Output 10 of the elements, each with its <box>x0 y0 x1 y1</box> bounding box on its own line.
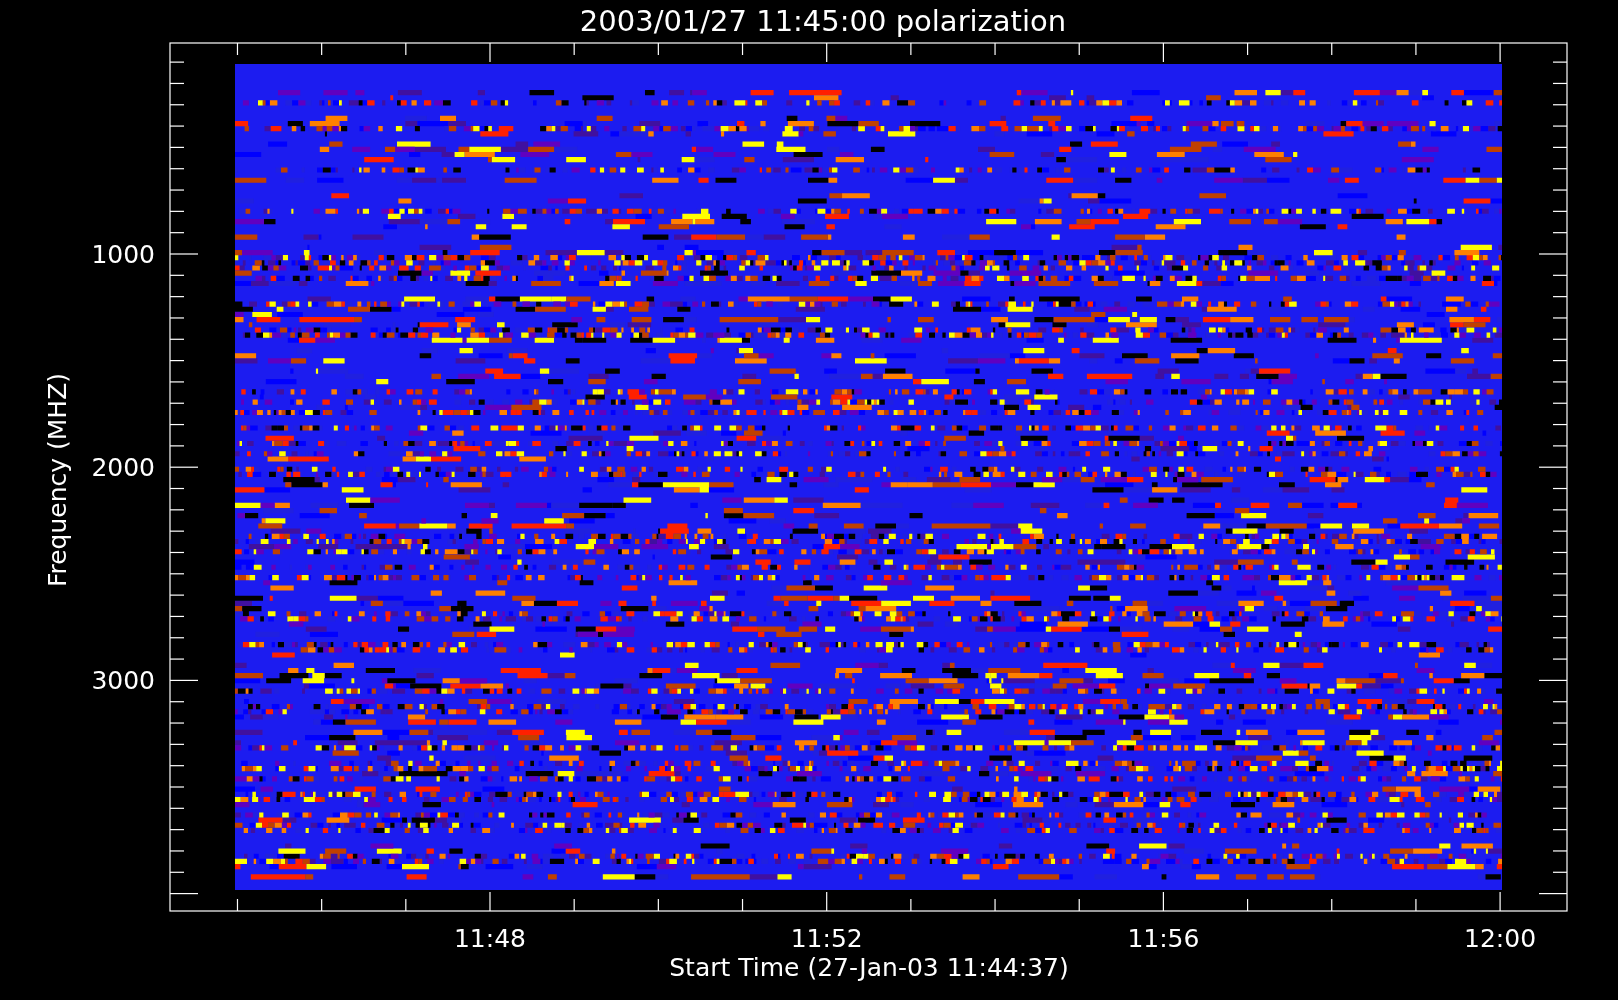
y-tick-label: 3000 <box>91 666 155 696</box>
x-axis-label: Start Time (27-Jan-03 11:44:37) <box>669 953 1069 982</box>
x-tick-label: 11:56 <box>1127 924 1200 953</box>
y-tick-label: 2000 <box>91 453 155 483</box>
y-tick-label: 1000 <box>91 240 155 269</box>
x-tick-label: 11:52 <box>790 924 863 953</box>
x-tick-label: 11:48 <box>454 924 526 953</box>
x-tick-label: 12:00 <box>1464 924 1537 953</box>
y-axis-label: Frequency (MHZ) <box>43 372 72 588</box>
plot-title: 2003/01/27 11:45:00 polarization <box>578 3 1067 39</box>
